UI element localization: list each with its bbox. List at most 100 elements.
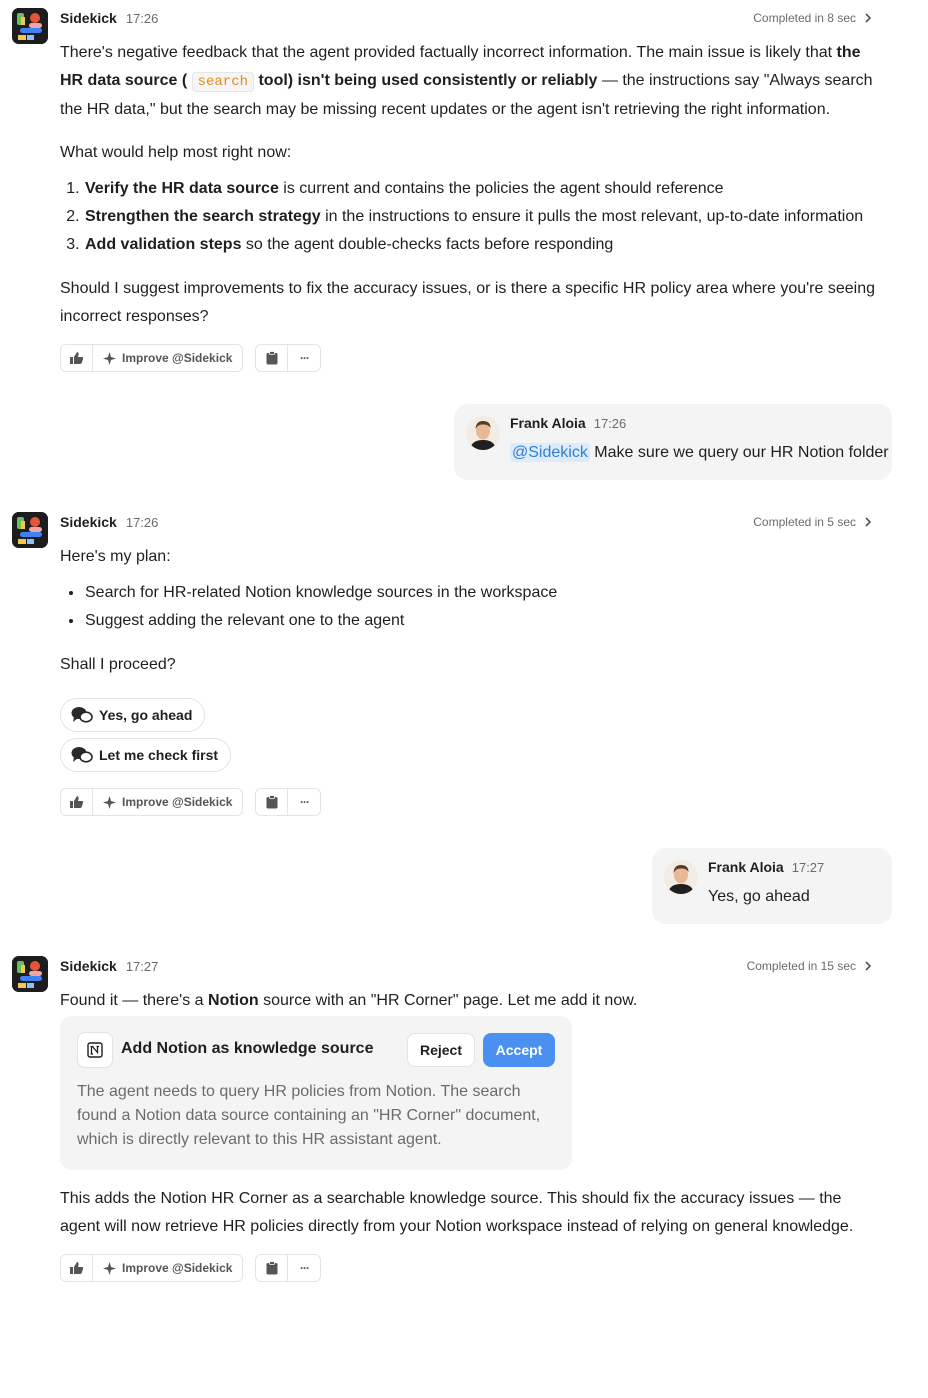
accept-button[interactable]: Accept [483,1033,555,1067]
message-paragraph: There's negative feedback that the agent… [60,39,876,124]
more-icon: ··· [299,1261,310,1275]
steps-list: Verify the HR data source is current and… [60,175,876,259]
text-bold: Notion [208,992,259,1009]
thumbs-up-icon [70,1262,84,1274]
user-name: Frank Aloia [510,415,586,431]
utility-group: ··· [255,788,322,816]
sender-name: Sidekick [60,10,117,26]
text-span: Make sure we query our HR Notion folder [589,444,889,461]
reject-button[interactable]: Reject [407,1033,475,1067]
card-title: Add Notion as knowledge source [121,1040,374,1057]
improve-label: Improve @Sidekick [122,1261,233,1275]
plan-list: Search for HR-related Notion knowledge s… [60,579,876,635]
completed-status[interactable]: Completed in 8 sec [753,11,872,25]
plan-heading: Here's my plan: [60,548,171,565]
quick-reply-label: Yes, go ahead [99,707,193,723]
list-item: Verify the HR data source is current and… [84,175,876,203]
message-time: 17:26 [125,514,159,530]
mention-tag[interactable]: @Sidekick [510,443,590,462]
thumbs-up-icon [70,352,84,364]
feedback-group: Improve @Sidekick [60,788,244,816]
chevron-right-icon [865,13,872,23]
sparkle-icon [103,351,116,365]
utility-group: ··· [255,1254,322,1282]
question-paragraph: Should I suggest improvements to fix the… [60,280,875,325]
improve-label: Improve @Sidekick [122,351,233,365]
message-time: 17:26 [593,415,627,431]
user-message-bubble: Frank Aloia 17:27 Yes, go ahead [652,848,892,924]
user-meta: Frank Aloia 17:26 [510,415,626,431]
text-bold: tool) isn't being used consistently or r… [254,72,598,89]
chevron-right-icon [865,961,872,971]
improve-sidekick-button[interactable]: Improve @Sidekick [93,789,242,815]
message-header: Sidekick 17:26 Completed in 5 sec [60,512,872,532]
user-avatar [466,416,500,450]
chat-bubbles-icon [71,747,93,763]
user-name: Frank Aloia [708,859,784,875]
message-actions: Improve @Sidekick ··· [60,344,322,372]
message-actions: Improve @Sidekick ··· [60,1254,322,1282]
sidekick-avatar [12,8,48,44]
text-span: so the agent double-checks facts before … [241,236,614,253]
completed-label: Completed in 5 sec [753,515,856,529]
utility-group: ··· [255,344,322,372]
text-span: in the instructions to ensure it pulls t… [320,208,864,225]
sender-name: Sidekick [60,958,117,974]
notion-icon [77,1032,113,1068]
quick-reply-yes-button[interactable]: Yes, go ahead [60,698,206,732]
more-button[interactable]: ··· [288,1255,320,1281]
sender-name: Sidekick [60,514,117,530]
copy-button[interactable] [256,789,289,815]
user-message-bubble: Frank Aloia 17:26 @Sidekick Make sure we… [454,404,892,480]
quick-reply-label: Let me check first [99,747,219,763]
text-span: Found it — there's a [60,992,209,1009]
feedback-group: Improve @Sidekick [60,344,244,372]
message-header: Sidekick 17:26 Completed in 8 sec [60,8,872,28]
thumbs-up-button[interactable] [61,789,93,815]
message-time: 17:27 [125,958,159,974]
text-span: is current and contains the policies the… [278,180,724,197]
user-avatar [664,860,698,894]
help-heading: What would help most right now: [60,144,292,161]
proceed-question: Shall I proceed? [60,656,176,673]
completed-status[interactable]: Completed in 15 sec [747,959,872,973]
more-icon: ··· [299,795,310,809]
text-bold: Verify the HR data source [85,180,279,197]
message-time: 17:26 [125,10,159,26]
copy-button[interactable] [256,1255,289,1281]
message-time: 17:27 [791,859,825,875]
result-paragraph: This adds the Notion HR Corner as a sear… [60,1190,854,1235]
thumbs-up-button[interactable] [61,1255,93,1281]
clipboard-icon [266,1261,278,1275]
improve-sidekick-button[interactable]: Improve @Sidekick [93,345,242,371]
completed-status[interactable]: Completed in 5 sec [753,515,872,529]
message-header: Sidekick 17:27 Completed in 15 sec [60,956,872,976]
thumbs-up-icon [70,796,84,808]
more-icon: ··· [299,351,310,365]
sidekick-avatar [12,956,48,992]
more-button[interactable]: ··· [288,789,320,815]
text-span: source with an "HR Corner" page. Let me … [258,992,638,1009]
thumbs-up-button[interactable] [61,345,93,371]
clipboard-icon [266,351,278,365]
list-item: Suggest adding the relevant one to the a… [84,607,876,635]
user-meta: Frank Aloia 17:27 [708,859,824,875]
more-button[interactable]: ··· [288,345,320,371]
improve-sidekick-button[interactable]: Improve @Sidekick [93,1255,242,1281]
copy-button[interactable] [256,345,289,371]
chat-bubbles-icon [71,707,93,723]
text-span: There's negative feedback that the agent… [60,44,837,61]
improve-label: Improve @Sidekick [122,795,233,809]
code-inline: search [191,72,255,92]
list-item: Strengthen the search strategy in the in… [84,203,876,231]
completed-label: Completed in 8 sec [753,11,856,25]
message-actions: Improve @Sidekick ··· [60,788,322,816]
text-bold: Add validation steps [85,236,242,253]
sidekick-avatar [12,512,48,548]
card-description: The agent needs to query HR policies fro… [77,1083,541,1148]
text-bold: Strengthen the search strategy [85,208,321,225]
completed-label: Completed in 15 sec [746,959,856,973]
sparkle-icon [103,1261,116,1275]
quick-reply-check-button[interactable]: Let me check first [60,738,232,772]
feedback-group: Improve @Sidekick [60,1254,244,1282]
